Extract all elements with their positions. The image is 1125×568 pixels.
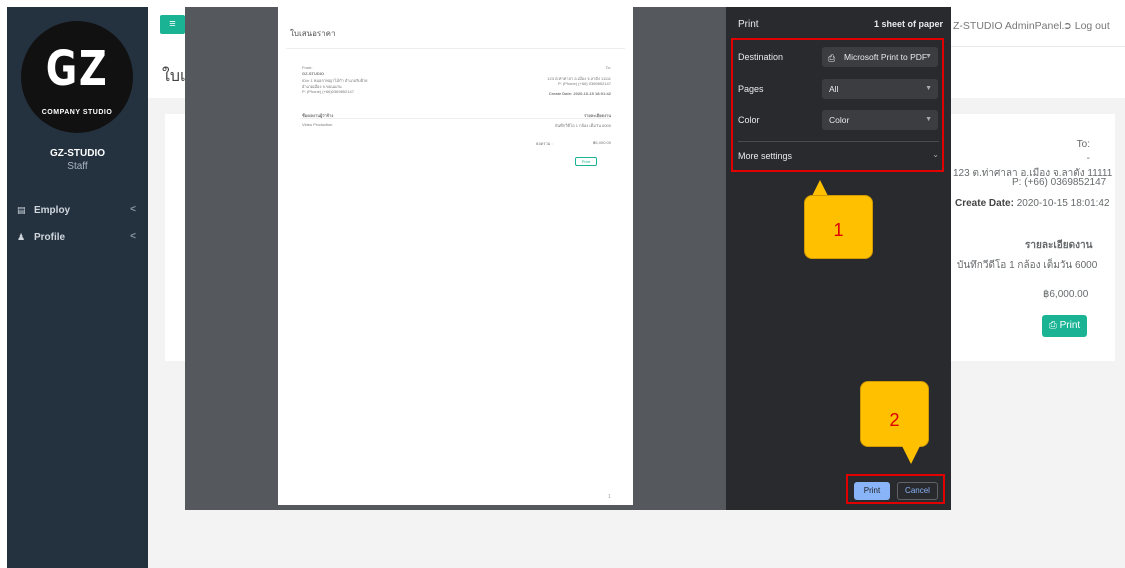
preview-doc-title: ใบเสนอราคา [290,29,336,38]
preview-row-left: Video Production [302,122,333,127]
phone-text: P: (+66) 0369852147 [1012,177,1107,188]
page-print-button[interactable]: ⎙ Print [1042,315,1087,337]
create-date: Create Date: 2020-10-15 18:01:42 [955,198,1110,209]
logout-link[interactable]: ➲ Log out [1063,20,1110,32]
logo-text: GZ [45,41,109,97]
preview-to-phone: P: (Phone) (+66) 0369852147 [557,81,611,86]
preview-from-label: From: [302,65,313,70]
preview-row-right: บันทึกวีดีโอ 1 กล้อง เต็มวัน 6000 [554,123,611,128]
highlight-box-settings [731,38,944,172]
detail-column-header: รายละเอียดงาน [1025,240,1093,251]
logout-label: Log out [1074,20,1110,32]
chevron-left-icon: < [130,231,136,242]
preview-to-label: To: [605,65,611,70]
to-label: To: [1076,139,1090,150]
detail-description: บันทึกวีดีโอ 1 กล้อง เต็มวัน 6000 [957,260,1098,271]
callout-pointer [902,446,920,464]
create-date-value: 2020-10-15 18:01:42 [1016,198,1110,209]
highlight-box-buttons [846,474,945,504]
user-name: GZ-STUDIO [50,148,105,159]
print-dialog-title: Print [738,19,759,30]
preview-total-value: ฿6,000.00 [592,140,611,145]
create-date-label: Create Date: [955,198,1014,209]
preview-page: ใบเสนอราคา From: GZ-STUDIO ID/n 1 หมอกาพ… [278,7,633,505]
callout-pointer [812,180,828,196]
logout-icon: ➲ [1063,20,1072,32]
sidebar: GZ COMPANY STUDIO GZ-STUDIO Staff ▤ Empl… [7,7,148,568]
page-title: ใบเ [162,68,186,85]
page-print-label: Print [1059,320,1081,331]
preview-phone: P: (Phone) (+66)0369852147 [302,89,354,94]
list-icon: ▤ [17,205,26,215]
callout-step-1: 1 [804,195,873,259]
print-preview-pane: ใบเสนอราคา From: GZ-STUDIO ID/n 1 หมอกาพ… [185,7,726,510]
sidebar-item-label: Profile [34,232,66,243]
printer-icon: ⎙ [1048,320,1057,331]
preview-print-button: Print [575,157,597,166]
preview-total-label: ยอดรวม : [536,141,553,146]
header-divider [940,46,1125,47]
company-logo: GZ COMPANY STUDIO [21,21,133,133]
menu-toggle-button[interactable]: ≡ [160,15,185,34]
sheet-count: 1 sheet of paper [873,19,943,29]
chevron-left-icon: < [130,204,136,215]
admin-panel-label: Z-STUDIO AdminPanel. [953,20,1065,32]
preview-company: GZ-STUDIO [302,71,324,76]
sidebar-item-profile[interactable]: ♟ Profile < [7,229,148,249]
sidebar-item-label: Employ [34,205,71,216]
callout-step-2: 2 [860,381,929,447]
preview-table-divider [300,118,610,119]
sidebar-item-employ[interactable]: ▤ Employ < [7,202,148,222]
preview-create-date: Create Date: 2020-10-15 18:01:42 [548,91,611,96]
user-icon: ♟ [17,232,26,242]
logo-subtext: COMPANY STUDIO [41,109,113,116]
user-role: Staff [67,161,88,172]
preview-divider [286,48,625,49]
total-amount: ฿6,000.00 [1043,289,1089,300]
preview-page-number: 1 [608,494,611,500]
to-value: - [1086,153,1090,164]
